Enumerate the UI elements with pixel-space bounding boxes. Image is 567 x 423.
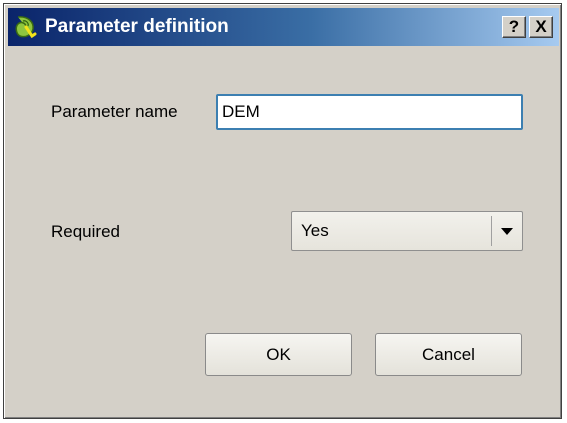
cancel-button[interactable]: Cancel [375, 333, 522, 376]
qgis-logo-icon [14, 15, 38, 39]
required-select[interactable]: Yes [291, 211, 523, 251]
select-divider [491, 216, 492, 246]
required-select-value: Yes [301, 221, 329, 240]
parameter-name-input[interactable] [216, 94, 523, 130]
title-bar[interactable]: Parameter definition ? X [8, 8, 559, 46]
required-label: Required [51, 222, 120, 241]
close-button[interactable]: X [529, 16, 553, 38]
parameter-name-label: Parameter name [51, 102, 178, 121]
parameter-definition-dialog: Parameter definition ? X Parameter name … [3, 3, 562, 419]
chevron-down-icon[interactable] [501, 228, 513, 235]
window-title: Parameter definition [45, 16, 229, 37]
help-button[interactable]: ? [502, 16, 526, 38]
ok-button[interactable]: OK [205, 333, 352, 376]
